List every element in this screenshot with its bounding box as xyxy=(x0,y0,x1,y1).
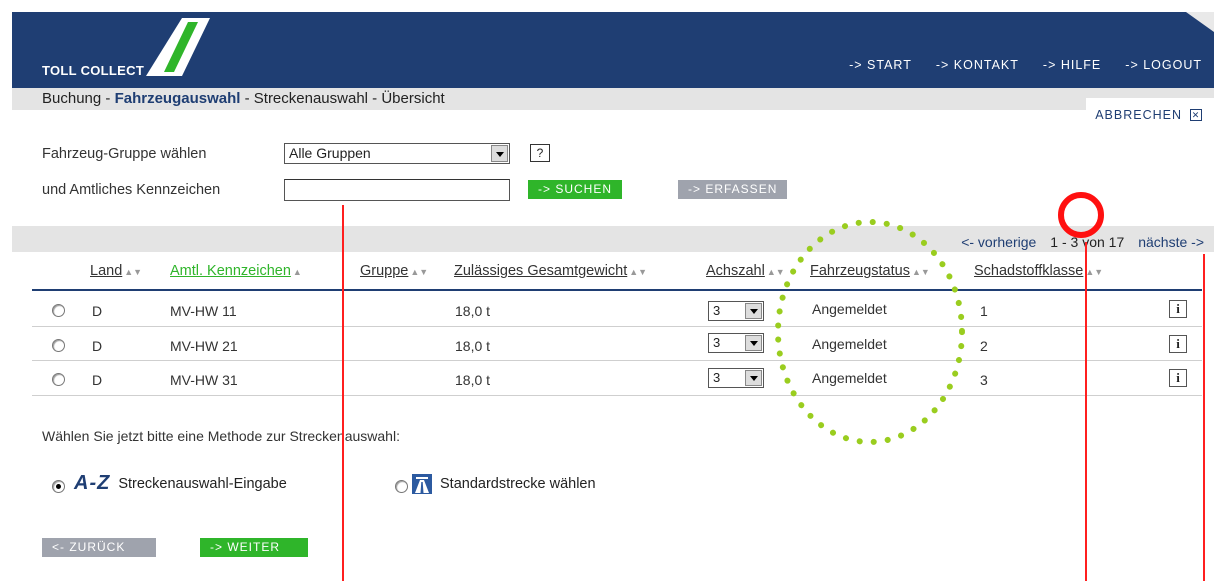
route-option-az[interactable]: A-Z Streckenauswahl-Eingabe xyxy=(74,472,287,495)
col-gewicht[interactable]: Zulässiges Gesamtgewicht ▲▼ xyxy=(454,263,647,279)
info-icon[interactable]: i xyxy=(1169,300,1187,318)
group-select[interactable]: Alle Gruppen xyxy=(284,143,510,164)
route-standard-label: Standardstrecke wählen xyxy=(440,476,596,492)
row-divider xyxy=(32,326,1202,327)
col-gruppe[interactable]: Gruppe ▲▼ xyxy=(360,263,428,279)
sort-icon: ▲▼ xyxy=(410,267,429,277)
sort-icon: ▲▼ xyxy=(124,267,143,277)
group-select-value: Alle Gruppen xyxy=(289,145,371,161)
info-icon[interactable]: i xyxy=(1169,335,1187,353)
col-land[interactable]: Land ▲▼ xyxy=(90,263,142,279)
search-button[interactable]: -> SUCHEN xyxy=(528,180,623,199)
cell-weight: 18,0 t xyxy=(455,372,491,388)
col-schadstoff[interactable]: Schadstoffklasse ▲▼ xyxy=(974,263,1103,279)
axle-select[interactable]: 3 xyxy=(708,333,764,353)
crumb-fahrzeugauswahl: Fahrzeugauswahl xyxy=(114,90,241,107)
route-az-radio[interactable] xyxy=(52,480,65,493)
next-button[interactable]: -> WEITER xyxy=(200,538,308,557)
site-header: TOLL COLLECT -> START -> KONTAKT -> HILF… xyxy=(12,12,1214,88)
row-radio[interactable] xyxy=(52,304,65,317)
route-az-label: Streckenauswahl-Eingabe xyxy=(118,475,287,492)
cell-emission: 2 xyxy=(980,338,988,354)
table-row: D MV-HW 11 18,0 t 3 Angemeldet 1 i xyxy=(12,296,1214,326)
crumb-buchung: Buchung xyxy=(42,90,102,107)
annotation-red-line xyxy=(1085,242,1087,581)
cell-plate: MV-HW 11 xyxy=(170,303,237,319)
page: TOLL COLLECT -> START -> KONTAKT -> HILF… xyxy=(12,12,1214,581)
annotation-red-line xyxy=(342,205,344,581)
nav-hilfe[interactable]: -> HILFE xyxy=(1043,58,1101,72)
logo-icon xyxy=(146,18,210,76)
plate-label: und Amtliches Kennzeichen xyxy=(42,182,221,198)
axle-select[interactable]: 3 xyxy=(708,368,764,388)
help-button[interactable]: ? xyxy=(530,144,550,162)
info-icon[interactable]: i xyxy=(1169,369,1187,387)
row-divider xyxy=(32,395,1202,396)
plate-input[interactable] xyxy=(284,179,510,201)
row-divider xyxy=(32,360,1202,361)
header-corner xyxy=(1186,12,1214,32)
cell-emission: 1 xyxy=(980,303,988,319)
logo-text[interactable]: TOLL COLLECT xyxy=(42,63,144,78)
top-nav: -> START -> KONTAKT -> HILFE -> LOGOUT xyxy=(849,58,1202,72)
route-option-standard[interactable]: Standardstrecke wählen xyxy=(412,474,596,494)
crumb-streckenauswahl: Streckenauswahl xyxy=(253,90,368,107)
cell-plate: MV-HW 31 xyxy=(170,372,238,388)
table-row: D MV-HW 21 18,0 t 3 Angemeldet 2 i xyxy=(12,331,1214,361)
breadcrumb-bar: Buchung - Fahrzeugauswahl - Streckenausw… xyxy=(12,88,1214,110)
cancel-button[interactable]: ABBRECHEN ✕ xyxy=(1095,108,1202,122)
col-kennzeichen[interactable]: Amtl. Kennzeichen ▲ xyxy=(170,263,302,279)
annotation-red-line xyxy=(1203,254,1205,581)
group-label: Fahrzeug-Gruppe wählen xyxy=(42,146,207,162)
row-radio[interactable] xyxy=(52,339,65,352)
left-gutter xyxy=(0,0,12,581)
az-badge: A-Z xyxy=(74,472,111,494)
cell-land: D xyxy=(92,303,103,319)
chevron-down-icon[interactable] xyxy=(491,145,508,162)
cell-emission: 3 xyxy=(980,372,988,388)
nav-logout[interactable]: -> LOGOUT xyxy=(1125,58,1202,72)
breadcrumb: Buchung - Fahrzeugauswahl - Streckenausw… xyxy=(42,90,445,107)
autobahn-icon xyxy=(412,474,432,494)
back-button[interactable]: <- ZURÜCK xyxy=(42,538,156,557)
axle-select[interactable]: 3 xyxy=(708,301,764,321)
annotation-dotted-ellipse xyxy=(775,219,965,445)
cell-land: D xyxy=(92,372,103,388)
sort-icon: ▲▼ xyxy=(629,267,648,277)
cell-weight: 18,0 t xyxy=(455,338,491,354)
cell-land: D xyxy=(92,338,103,354)
sort-icon: ▲▼ xyxy=(1085,267,1104,277)
sort-asc-icon: ▲ xyxy=(292,267,302,277)
crumb-uebersicht: Übersicht xyxy=(381,90,445,107)
pager-next[interactable]: nächste -> xyxy=(1138,234,1204,250)
register-button[interactable]: -> ERFASSEN xyxy=(678,180,788,199)
row-radio[interactable] xyxy=(52,373,65,386)
cell-weight: 18,0 t xyxy=(455,303,491,319)
close-box-icon: ✕ xyxy=(1190,109,1202,121)
nav-start[interactable]: -> START xyxy=(849,58,912,72)
nav-kontakt[interactable]: -> KONTAKT xyxy=(936,58,1019,72)
cancel-label: ABBRECHEN xyxy=(1095,108,1182,122)
route-prompt: Wählen Sie jetzt bitte eine Methode zur … xyxy=(42,428,400,444)
annotation-red-circle xyxy=(1058,192,1104,238)
route-standard-radio[interactable] xyxy=(395,480,408,493)
cell-plate: MV-HW 21 xyxy=(170,338,238,354)
table-header-rule xyxy=(32,289,1202,291)
table-row: D MV-HW 31 18,0 t 3 Angemeldet 3 i xyxy=(12,365,1214,395)
